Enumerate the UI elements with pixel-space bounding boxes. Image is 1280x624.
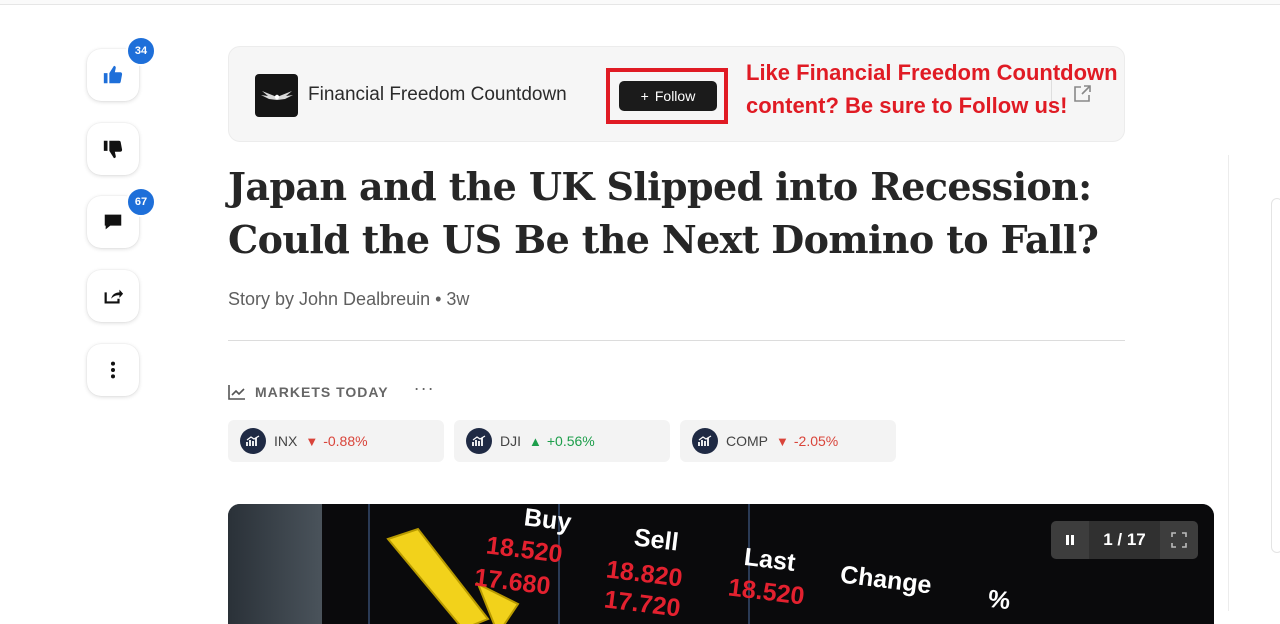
down-arrow-icon: ▼ (776, 433, 789, 449)
up-arrow-icon: ▲ (529, 433, 542, 449)
pause-button[interactable] (1051, 521, 1089, 559)
browser-top-edge (0, 0, 1280, 5)
article-headline: Japan and the UK Slipped into Recession:… (228, 164, 1099, 262)
comment-count-badge: 67 (126, 187, 156, 217)
ticker-card-dji[interactable]: DJI ▲ +0.56% (454, 420, 670, 462)
dislike-button[interactable] (87, 123, 139, 175)
pause-icon (1066, 535, 1074, 545)
article-byline: Story by John Dealbreuin • 3w (228, 289, 470, 309)
publisher-logo[interactable] (255, 74, 298, 117)
follow-promo-annotation: Like Financial Freedom Countdown content… (746, 60, 1118, 118)
ticker-symbol: INX (274, 433, 298, 449)
gallery-counter: 1 / 17 (1089, 521, 1160, 559)
ticker-card-inx[interactable]: INX ▼ -0.88% (228, 420, 444, 462)
down-arrow-icon: ▼ (305, 433, 319, 449)
more-options-button[interactable] (87, 344, 139, 396)
image-text-percent: % (986, 584, 1012, 616)
vertical-dots-icon (110, 361, 116, 379)
image-text-sell: Sell (632, 523, 681, 557)
ticker-change: +0.56% (546, 433, 595, 449)
divider (1228, 155, 1229, 611)
ticker-change: -0.88% (323, 433, 368, 449)
side-panel-edge (1271, 198, 1280, 553)
share-button[interactable] (87, 270, 139, 322)
ticker-symbol: DJI (500, 433, 521, 449)
gallery-controls: 1 / 17 (1051, 521, 1198, 559)
stock-chart-icon (466, 428, 492, 454)
stock-chart-icon (240, 428, 266, 454)
chart-line-icon (228, 385, 245, 400)
fullscreen-icon (1171, 532, 1187, 548)
image-text-last: Last (742, 542, 797, 578)
thumbs-up-icon (103, 65, 123, 84)
ticker-change: -2.05% (793, 433, 839, 449)
publisher-name[interactable]: Financial Freedom Countdown (308, 84, 567, 106)
fullscreen-button[interactable] (1160, 521, 1198, 559)
winged-logo-icon (260, 90, 293, 100)
stock-chart-icon (692, 428, 718, 454)
ticker-card-comp[interactable]: COMP ▼ -2.05% (680, 420, 896, 462)
comment-icon (104, 214, 122, 230)
markets-more-menu[interactable]: ··· (414, 379, 435, 397)
divider (228, 340, 1125, 341)
image-text-buy: Buy (522, 504, 573, 537)
markets-today-header: MARKETS TODAY ··· (228, 379, 435, 400)
like-count-badge: 34 (126, 36, 156, 66)
share-icon (104, 289, 124, 304)
ticker-symbol: COMP (726, 433, 768, 449)
markets-today-label: MARKETS TODAY (255, 384, 389, 400)
follow-highlight-box (606, 68, 728, 124)
thumbs-down-icon (103, 140, 123, 159)
image-gridline (368, 504, 370, 624)
image-background (228, 504, 322, 624)
